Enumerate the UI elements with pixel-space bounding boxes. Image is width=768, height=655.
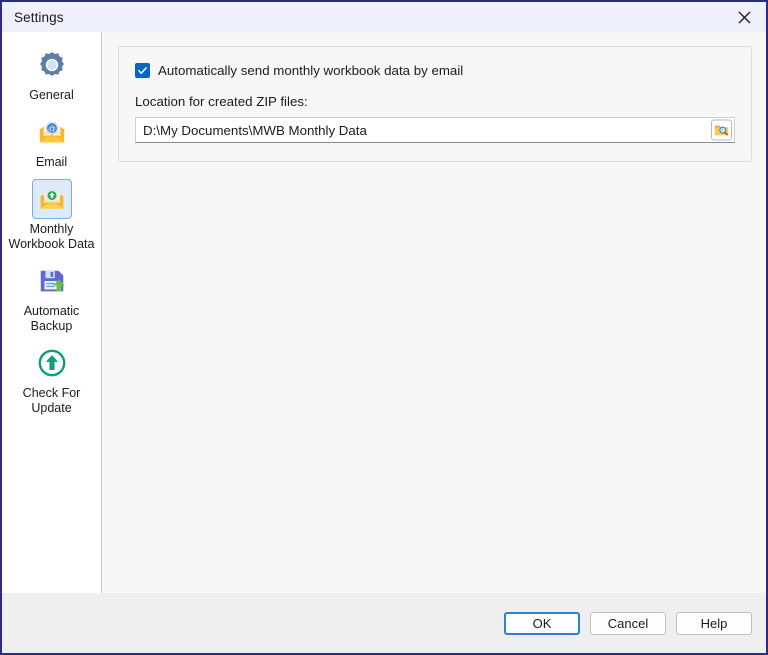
- auto-send-checkbox[interactable]: [135, 63, 150, 78]
- sidebar-item-label: Email: [35, 155, 68, 169]
- sidebar-item-automatic-backup[interactable]: Automatic Backup: [2, 256, 101, 338]
- auto-send-checkbox-label: Automatically send monthly workbook data…: [158, 63, 464, 78]
- sidebar-item-email[interactable]: @ Email: [2, 107, 101, 174]
- zip-location-field-row: [135, 117, 735, 143]
- close-button[interactable]: [722, 3, 766, 32]
- floppy-disk-upload-icon: [32, 261, 72, 301]
- sidebar-item-label: Monthly Workbook Data: [8, 222, 95, 251]
- sidebar-item-general[interactable]: General: [2, 40, 101, 107]
- sidebar-item-check-for-update[interactable]: Check For Update: [2, 338, 101, 420]
- gear-icon: [32, 45, 72, 85]
- cancel-button[interactable]: Cancel: [590, 611, 666, 635]
- help-button[interactable]: Help: [676, 611, 752, 635]
- monthly-workbook-data-panel: Automatically send monthly workbook data…: [118, 46, 752, 162]
- browse-folder-button[interactable]: [711, 119, 732, 141]
- settings-dialog: Settings General @ Email Monthly Workboo…: [0, 0, 768, 655]
- svg-text:@: @: [48, 125, 56, 134]
- sidebar-item-monthly-workbook-data[interactable]: Monthly Workbook Data: [2, 174, 101, 256]
- window-title: Settings: [14, 9, 64, 25]
- settings-sidebar: General @ Email Monthly Workbook Data Au…: [2, 32, 102, 623]
- close-icon: [738, 11, 750, 23]
- title-bar: Settings: [2, 2, 766, 32]
- auto-send-checkbox-row[interactable]: Automatically send monthly workbook data…: [135, 63, 735, 78]
- envelope-upload-icon: [31, 179, 72, 219]
- dialog-body: General @ Email Monthly Workbook Data Au…: [2, 32, 766, 623]
- settings-content: Automatically send monthly workbook data…: [102, 32, 766, 623]
- envelope-at-icon: @: [32, 112, 72, 152]
- sidebar-item-label: Automatic Backup: [23, 304, 80, 333]
- sidebar-item-label: Check For Update: [22, 386, 81, 415]
- circle-up-arrow-icon: [32, 343, 72, 383]
- dialog-footer: OK Cancel Help: [2, 593, 766, 653]
- zip-location-label: Location for created ZIP files:: [135, 94, 308, 109]
- sidebar-item-label: General: [29, 88, 74, 102]
- ok-button[interactable]: OK: [504, 611, 580, 635]
- folder-search-icon: [714, 125, 729, 136]
- zip-location-input[interactable]: [136, 118, 734, 142]
- check-icon: [138, 67, 147, 74]
